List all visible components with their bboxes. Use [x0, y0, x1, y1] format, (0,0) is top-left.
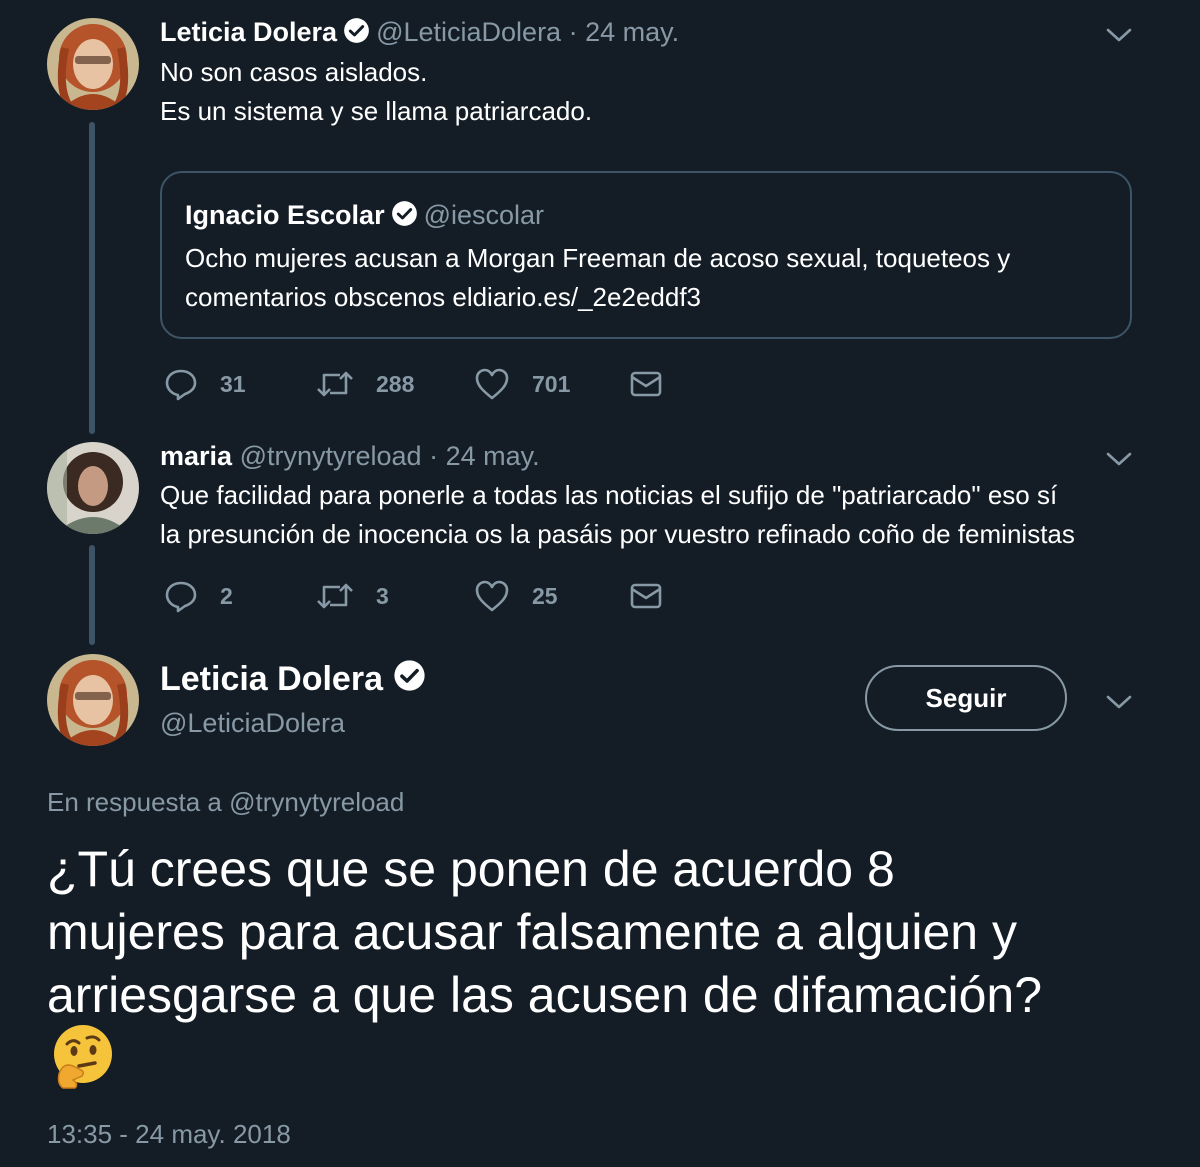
reply-icon [165, 369, 197, 401]
tweet-date[interactable]: · 24 may. [569, 17, 680, 47]
tweet-timestamp[interactable]: 13:35 - 24 may. 2018 [47, 1117, 291, 1151]
author-handle[interactable]: @LeticiaDolera [160, 706, 345, 740]
verified-badge-icon [393, 659, 426, 701]
chevron-down-icon[interactable] [1105, 449, 1133, 469]
like-button[interactable]: 25 [474, 576, 558, 616]
follow-button[interactable]: Seguir [865, 665, 1067, 731]
quoted-author-handle[interactable]: @iescolar [424, 200, 544, 230]
tweet-body-line-3: arriesgarse a que las acusen de difamaci… [47, 967, 1043, 1023]
reply-icon [165, 581, 197, 613]
reply-count: 2 [220, 582, 233, 609]
quoted-tweet-header: Ignacio Escolar @iescolar [185, 199, 544, 234]
verified-badge-icon [343, 17, 370, 51]
quoted-author-name[interactable]: Ignacio Escolar [185, 200, 385, 230]
author-handle[interactable]: @trynytyreload [240, 441, 422, 471]
tweet-date[interactable]: · 24 may. [429, 441, 540, 471]
author-name-text: Leticia Dolera [160, 660, 383, 698]
avatar[interactable] [47, 442, 139, 534]
thread-line-2 [89, 545, 95, 645]
thinking-face-emoji-icon [54, 1025, 112, 1089]
avatar[interactable] [47, 654, 139, 746]
tweet-text-line-2: la presunción de inocencia os la pasáis … [160, 519, 1075, 549]
author-name[interactable]: Leticia Dolera [160, 659, 432, 701]
chevron-down-icon[interactable] [1105, 692, 1133, 712]
author-handle[interactable]: @LeticiaDolera [376, 17, 561, 47]
reply-to-label[interactable]: En respuesta a @trynytyreload [47, 785, 404, 819]
verified-badge-icon [391, 200, 418, 234]
retweet-icon [317, 371, 353, 397]
envelope-icon [630, 583, 662, 609]
author-name[interactable]: Leticia Dolera [160, 17, 337, 47]
retweet-count: 3 [376, 582, 389, 609]
like-count: 701 [532, 370, 571, 397]
quoted-text-line-2: comentarios obscenos eldiario.es/_2e2edd… [185, 282, 702, 312]
quoted-text-line-1: Ocho mujeres acusan a Morgan Freeman de … [185, 243, 1011, 273]
tweet-body: ¿Tú crees que se ponen de acuerdo 8 muje… [47, 838, 1167, 1027]
tweet-header: maria @trynytyreload · 24 may. [160, 440, 540, 472]
heart-icon [475, 580, 509, 612]
retweet-button[interactable]: 288 [316, 364, 414, 404]
like-button[interactable]: 701 [474, 364, 570, 404]
retweet-button[interactable]: 3 [316, 576, 389, 616]
tweet-text-line-1: No son casos aislados. [160, 57, 428, 87]
tweet-text-line-1: Que facilidad para ponerle a todas las n… [160, 480, 1058, 510]
direct-message-button[interactable] [630, 576, 662, 616]
reply-count: 31 [220, 370, 246, 397]
reply-button[interactable]: 31 [164, 364, 246, 404]
retweet-icon [317, 583, 353, 609]
tweet-actions: 2 3 25 [160, 576, 680, 616]
avatar[interactable] [47, 18, 139, 110]
tweet-body-line-2: mujeres para acusar falsamente a alguien… [47, 904, 1017, 960]
direct-message-button[interactable] [630, 364, 662, 404]
retweet-count: 288 [376, 370, 415, 397]
reply-button[interactable]: 2 [164, 576, 233, 616]
like-count: 25 [532, 582, 558, 609]
tweet-actions: 31 288 701 [160, 364, 680, 404]
author-name[interactable]: maria [160, 441, 232, 471]
tweet-body-line-1: ¿Tú crees que se ponen de acuerdo 8 [47, 841, 895, 897]
envelope-icon [630, 371, 662, 397]
thread-line-1 [89, 122, 95, 434]
tweet-header: Leticia Dolera @LeticiaDolera · 24 may. [160, 16, 679, 51]
heart-icon [475, 368, 509, 400]
chevron-down-icon[interactable] [1105, 25, 1133, 45]
tweet-text-line-2: Es un sistema y se llama patriarcado. [160, 96, 593, 126]
